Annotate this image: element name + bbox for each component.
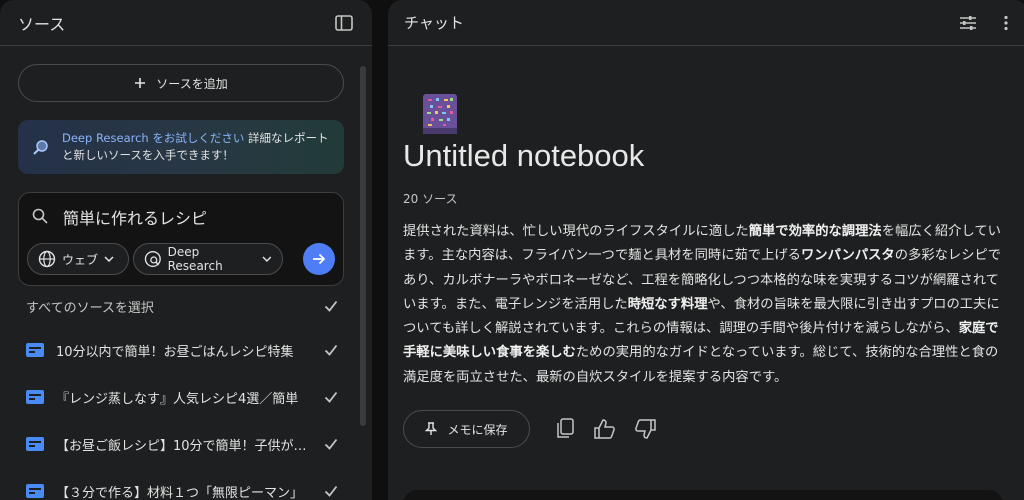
chat-input-area[interactable]	[403, 490, 1003, 500]
source-checkbox[interactable]	[324, 390, 338, 404]
chat-header: チャット	[388, 0, 1024, 46]
check-icon	[324, 485, 338, 497]
web-source-icon	[26, 484, 44, 498]
chevron-down-icon	[104, 256, 114, 262]
sources-title: ソース	[18, 14, 66, 34]
summary-highlight: 時短なす料理	[627, 296, 708, 312]
source-item[interactable]: 【３分で作る】材料１つ「無限ピーマン」	[26, 478, 338, 500]
web-source-icon	[26, 437, 44, 451]
search-input[interactable]: 簡単に作れるレシピ	[63, 205, 207, 229]
check-icon	[324, 438, 338, 450]
chat-title: チャット	[404, 14, 464, 32]
save-to-note-label: メモに保存	[447, 422, 508, 437]
deep-chip-label: Deep Research	[167, 245, 223, 273]
source-item[interactable]: 『レンジ蒸しなす』人気レシピ4選／簡単	[26, 384, 338, 410]
summary-text: 提供された資料は、忙しい現代のライフスタイルに適した	[403, 224, 749, 239]
notebook-emoji-icon	[423, 94, 457, 134]
thumbs-up-icon[interactable]	[594, 418, 616, 440]
check-icon	[324, 300, 338, 312]
deep-research-promo[interactable]: Deep Research をお試しください 詳細なレポートと新しいソースを入手…	[18, 120, 344, 174]
deep-research-chip[interactable]: Deep Research	[133, 243, 283, 275]
sources-panel: ソース ソースを追加 Deep Research をお試しください 詳細なレポー…	[0, 0, 372, 500]
source-title: 【３分で作る】材料１つ「無限ピーマン」	[56, 485, 304, 500]
summary-highlight: 簡単で効率的な調理法	[748, 224, 882, 239]
notebook-summary: 提供された資料は、忙しい現代のライフスタイルに適した簡単で効率的な調理法を幅広く…	[403, 220, 1003, 390]
source-title: 10分以内で簡単！お昼ごはんレシピ特集	[56, 344, 294, 360]
source-checkbox[interactable]	[324, 437, 338, 451]
check-icon	[324, 344, 338, 356]
globe-icon	[38, 250, 56, 268]
source-item[interactable]: 10分以内で簡単！お昼ごはんレシピ特集	[26, 337, 338, 363]
add-source-label: ソースを追加	[156, 76, 228, 91]
web-source-icon	[26, 343, 44, 357]
promo-link[interactable]: Deep Research をお試しください	[62, 131, 244, 145]
check-icon	[324, 391, 338, 403]
plus-icon	[135, 78, 146, 88]
thumbs-down-icon[interactable]	[634, 418, 656, 440]
sources-header: ソース	[0, 0, 372, 46]
submit-search-button[interactable]	[303, 243, 335, 275]
chevron-down-icon	[262, 256, 272, 262]
source-search-box: 簡単に作れるレシピ ウェブ Deep Research	[18, 192, 344, 286]
source-item[interactable]: 【お昼ご飯レシピ】10分で簡単！子供が喜ぶ	[26, 431, 338, 457]
copy-icon[interactable]	[554, 418, 576, 440]
summary-highlight: ワンパンパスタ	[800, 248, 895, 264]
source-checkbox[interactable]	[324, 484, 338, 498]
source-checkbox[interactable]	[324, 343, 338, 357]
source-title: 【お昼ご飯レシピ】10分で簡単！子供が喜ぶ	[56, 438, 314, 454]
web-source-chip[interactable]: ウェブ	[27, 243, 129, 275]
deep-research-icon	[144, 250, 161, 268]
collapse-panel-icon[interactable]	[334, 13, 354, 33]
web-chip-label: ウェブ	[62, 252, 99, 267]
source-title: 『レンジ蒸しなす』人気レシピ4選／簡単	[56, 391, 299, 407]
select-all-row[interactable]: すべてのソースを選択	[26, 296, 338, 316]
more-vert-icon[interactable]	[996, 13, 1016, 33]
pin-icon	[425, 422, 438, 435]
tune-settings-icon[interactable]	[958, 13, 978, 33]
select-all-label: すべてのソースを選択	[26, 300, 154, 316]
add-source-button[interactable]: ソースを追加	[18, 64, 344, 102]
select-all-checkbox[interactable]	[324, 299, 338, 313]
web-source-icon	[26, 390, 44, 404]
source-count: 20 ソース	[403, 192, 458, 206]
notebook-title[interactable]: Untitled notebook	[403, 138, 644, 174]
magnifier-sparkle-icon	[33, 140, 48, 155]
sources-scrollbar[interactable]	[360, 66, 366, 426]
save-to-note-button[interactable]: メモに保存	[403, 410, 530, 448]
search-icon	[32, 208, 48, 224]
arrow-right-icon	[313, 253, 326, 265]
